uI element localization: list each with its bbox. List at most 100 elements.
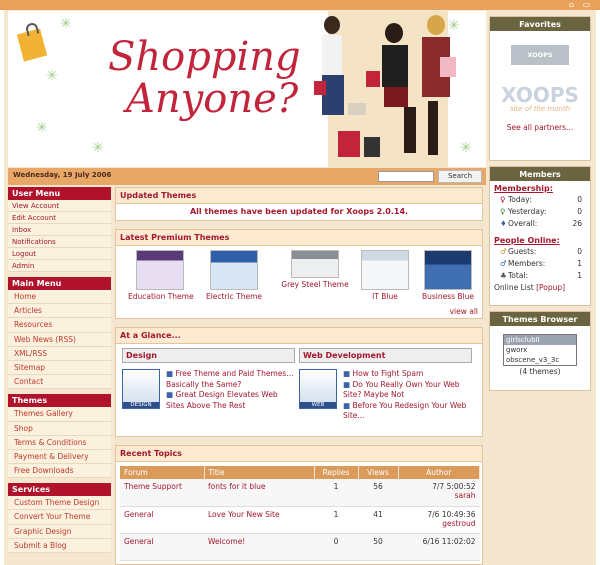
user-menu-item[interactable]: Notifications — [8, 236, 111, 248]
sparkle-icon: ✳ — [46, 68, 58, 84]
forum-link[interactable]: General — [120, 533, 204, 561]
premium-themes-box: Latest Premium Themes Education Theme El… — [115, 229, 483, 319]
theme-thumb[interactable]: Electric Theme — [204, 250, 264, 301]
theme-thumb[interactable]: Education Theme — [128, 250, 194, 301]
see-all-partners-link[interactable]: See all partners... — [490, 123, 590, 132]
stat-value: 0 — [577, 247, 582, 256]
main-menu-item[interactable]: Home — [8, 290, 111, 305]
topic-link[interactable]: Welcome! — [204, 533, 314, 561]
xoops-logo-text: XOOPS — [501, 83, 579, 107]
author-link[interactable]: sarah — [402, 491, 476, 500]
main-content: Updated Themes All themes have been upda… — [115, 187, 483, 565]
stat-row: ♣ Total: 1 — [490, 270, 590, 282]
home-icon[interactable]: ⌂ — [567, 1, 576, 9]
services-menu-block: Services Custom Theme Design Convert You… — [8, 483, 111, 553]
themes-menu-item[interactable]: Free Downloads — [8, 464, 111, 479]
theme-select-list[interactable]: girlsclubII gworx obscene_v3_3c — [503, 334, 577, 366]
views-count: 50 — [358, 533, 398, 561]
members-title: Members — [490, 167, 590, 181]
stat-value: 26 — [572, 219, 582, 228]
main-menu-item[interactable]: Resources — [8, 318, 111, 333]
site-logo[interactable]: Shopping Anyone? — [108, 36, 301, 120]
forum-link[interactable]: General — [120, 506, 204, 534]
premium-themes-title: Latest Premium Themes — [116, 230, 482, 246]
user-menu-title: User Menu — [8, 187, 111, 200]
topic-link[interactable]: Love Your New Site — [204, 506, 314, 534]
theme-name: IT Blue — [372, 292, 398, 301]
theme-option[interactable]: girlsclubII — [504, 335, 576, 345]
site-of-month-text: site of the month — [509, 105, 571, 113]
services-menu-item[interactable]: Custom Theme Design — [8, 496, 111, 511]
column-header: Author — [398, 466, 480, 479]
topic-link[interactable]: fonts for it blue — [204, 479, 314, 507]
theme-option[interactable]: gworx — [504, 345, 576, 355]
yesterday-icon: ♀ — [500, 207, 506, 216]
shoppers-illustration — [308, 11, 468, 167]
theme-thumb[interactable]: Business Blue — [418, 250, 478, 301]
user-menu-item[interactable]: Edit Account — [8, 212, 111, 224]
themes-menu-item[interactable]: Themes Gallery — [8, 407, 111, 422]
theme-thumb[interactable]: IT Blue — [360, 250, 410, 301]
favorites-block: Favorites XOOPS GROUPS XOOPS site of the… — [489, 16, 591, 161]
article-link[interactable]: Before You Redesign Your Web Site... — [343, 401, 466, 421]
main-menu-item[interactable]: Articles — [8, 304, 111, 319]
popup-link[interactable]: [Popup] — [536, 283, 565, 292]
view-all-link[interactable]: view all — [450, 307, 478, 316]
article-link[interactable]: Do You Really Own Your Web Site? Maybe N… — [343, 380, 460, 400]
post-date: 7/7 5:00:52 — [432, 482, 476, 491]
xoops-groups-logo-text: XOOPS GROUPS — [524, 51, 556, 79]
services-menu-item[interactable]: Convert Your Theme — [8, 510, 111, 525]
services-menu-item[interactable]: Submit a Blog — [8, 539, 111, 553]
user-menu-item[interactable]: Inbox — [8, 224, 111, 236]
themes-menu-item[interactable]: Terms & Conditions — [8, 436, 111, 450]
window-icon[interactable]: ▭ — [582, 1, 591, 9]
theme-preview-image — [291, 250, 339, 278]
column-header: Title — [204, 466, 315, 479]
forum-link[interactable]: Theme Support — [120, 479, 204, 507]
main-menu-item[interactable]: XML/RSS — [8, 347, 111, 361]
author-link[interactable]: gestroud — [402, 519, 475, 528]
services-menu-item[interactable]: Graphic Design — [8, 525, 111, 539]
updated-themes-message: All themes have been updated for Xoops 2… — [189, 207, 409, 216]
header-banner: ✳ ✳ ✳ ✳ ✳ ✳ Shopping Anyone? — [8, 11, 486, 167]
themes-browser-title: Themes Browser — [490, 312, 590, 326]
column-header: Views — [358, 466, 399, 479]
online-list-label: Online List — [494, 283, 534, 292]
theme-option[interactable]: obscene_v3_3c — [504, 355, 576, 365]
stat-row: ♂ Members: 1 — [490, 258, 590, 270]
xoops-site-of-month-logo[interactable]: XOOPS site of the month — [497, 85, 583, 113]
search-input[interactable] — [378, 171, 434, 182]
themes-menu-item[interactable]: Shop — [8, 422, 111, 436]
sparkle-icon: ✳ — [60, 16, 72, 32]
stat-value: 0 — [577, 207, 582, 216]
services-menu-title: Services — [8, 483, 111, 497]
article-link[interactable]: Free Theme and Paid Themes... Basically … — [166, 369, 293, 389]
today-icon: ♀ — [500, 195, 506, 204]
views-count: 41 — [358, 506, 398, 534]
recent-topics-box: Recent Topics Forum Title Replies Views … — [115, 445, 483, 565]
theme-preview-image — [424, 250, 472, 290]
design-icon: DESIGN — [122, 369, 160, 409]
user-menu-item[interactable]: Admin — [8, 260, 111, 272]
stat-value: 1 — [577, 271, 582, 280]
recent-topics-table: Forum Title Replies Views Author Theme S… — [120, 466, 480, 561]
updated-themes-box: Updated Themes All themes have been upda… — [115, 187, 483, 221]
article-link[interactable]: Great Design Elevates Web Sites Above Th… — [166, 390, 278, 410]
left-sidebar: User Menu View Account Edit Account Inbo… — [8, 187, 111, 558]
themes-menu-item[interactable]: Payment & Delivery — [8, 450, 111, 465]
search-button[interactable]: Search — [438, 170, 482, 183]
main-menu-item[interactable]: Sitemap — [8, 361, 111, 376]
user-menu-item[interactable]: View Account — [8, 200, 111, 212]
article-link[interactable]: How to Fight Spam — [352, 369, 423, 378]
themes-count: (4 themes) — [519, 367, 561, 376]
replies-count: 0 — [314, 533, 358, 561]
stat-row: ♀ Today: 0 — [490, 194, 590, 206]
xoops-groups-logo[interactable]: XOOPS GROUPS — [511, 45, 569, 79]
column-header: Replies — [314, 466, 359, 479]
main-menu-item[interactable]: Contact — [8, 375, 111, 390]
theme-thumb[interactable]: Grey Steel Theme — [278, 250, 352, 289]
user-menu-item[interactable]: Logout — [8, 248, 111, 260]
shopping-bag-icon — [16, 21, 48, 62]
stat-row: ♂ Guests: 0 — [490, 246, 590, 258]
main-menu-item[interactable]: Web News (RSS) — [8, 333, 111, 347]
